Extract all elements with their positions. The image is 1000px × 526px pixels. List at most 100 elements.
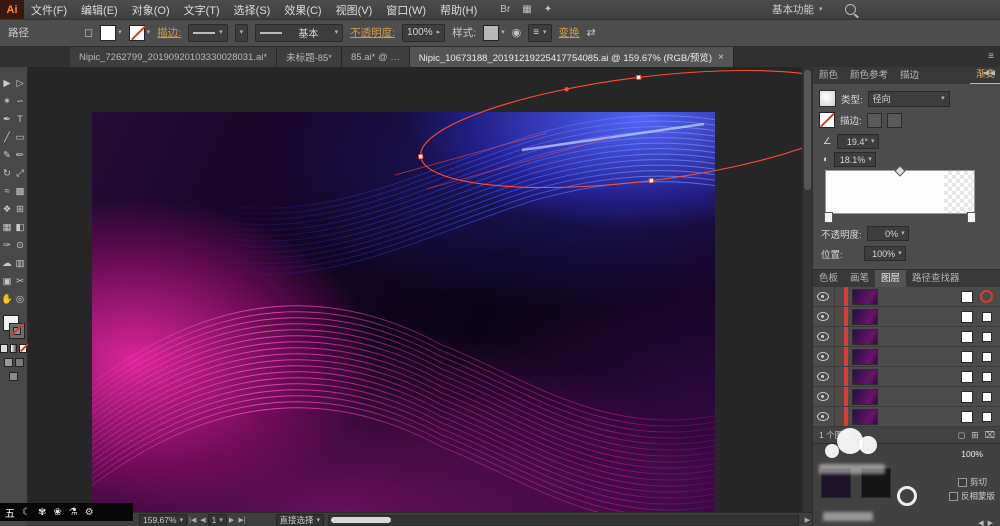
last-artboard-icon[interactable]: ▶| [236, 516, 247, 524]
stroke-link[interactable]: 描边: [157, 25, 181, 40]
close-icon[interactable]: × [718, 52, 724, 63]
recolor-artwork-icon[interactable]: ◉ [512, 26, 522, 39]
gradient-stop-left[interactable] [824, 212, 833, 223]
visibility-eye-icon[interactable] [817, 412, 829, 421]
layer-row[interactable] [813, 307, 1000, 327]
bridge-icon[interactable]: Br [500, 4, 510, 15]
horizontal-scrollbar[interactable] [328, 515, 799, 526]
horizontal-scrollbar-thumb[interactable] [331, 517, 391, 523]
layer-row[interactable] [813, 327, 1000, 347]
width-tool[interactable]: ≈ [1, 183, 14, 199]
layer-meta-swatch[interactable] [982, 412, 992, 422]
opacity-link[interactable]: 不透明度: [350, 25, 395, 40]
layer-swatch[interactable] [961, 331, 973, 343]
location-select[interactable]: 100% ▾ [864, 246, 906, 261]
layer-thumbnail[interactable] [852, 389, 878, 405]
visibility-eye-icon[interactable] [817, 292, 829, 301]
none-button[interactable] [19, 344, 27, 353]
panel-tab[interactable]: 图层 [875, 268, 906, 287]
menu-item[interactable]: 效果(C) [277, 0, 328, 19]
blend-tool[interactable]: ⊙ [14, 237, 27, 253]
paw-icon[interactable]: ✾ [38, 507, 46, 518]
lasso-tool[interactable]: ∽ [14, 93, 27, 109]
gradient-type-select[interactable]: 径向 ▾ [868, 91, 950, 107]
artboard-tool[interactable]: ▣ [1, 273, 14, 289]
layer-meta-swatch[interactable] [982, 372, 992, 382]
gradient-midpoint-handle[interactable] [894, 165, 905, 176]
fill-color-swatch[interactable]: ▾ [100, 25, 122, 41]
layer-swatch[interactable] [961, 371, 973, 383]
layer-thumbnail[interactable] [852, 329, 878, 345]
color-button[interactable] [0, 344, 8, 353]
layer-row[interactable] [813, 407, 1000, 427]
type-tool[interactable]: T [14, 111, 27, 127]
layer-meta-swatch[interactable] [982, 332, 992, 342]
layer-row[interactable] [813, 287, 1000, 307]
angle-input[interactable]: 19.4° ▾ [837, 134, 879, 149]
panel-tab[interactable]: 颜色参考 [844, 65, 894, 84]
leaf-icon[interactable]: ❀ [53, 507, 61, 518]
status-tool-display[interactable]: 直接选择 ▾ [276, 514, 325, 526]
pencil-tool[interactable]: ✏ [14, 147, 27, 163]
document-tab[interactable]: Nipic_7262799_20190920103330028031.ai* [70, 47, 277, 67]
layer-thumbnail[interactable] [852, 289, 878, 305]
menu-item[interactable]: 文字(T) [177, 0, 227, 19]
next-artboard-icon[interactable]: ▶ [227, 516, 236, 524]
style-swatch[interactable]: ▾ [483, 25, 505, 41]
magic-wand-tool[interactable]: ✶ [1, 93, 14, 109]
gradient-slider[interactable] [825, 170, 975, 214]
screen-mode-button[interactable] [0, 372, 27, 381]
document-tab[interactable]: 85.ai* @ … [342, 47, 410, 67]
panel-tab[interactable]: 色板 [813, 268, 844, 287]
wrench-icon[interactable]: ⚙ [85, 507, 94, 518]
gradient-tool[interactable]: ◧ [14, 219, 27, 235]
flask-icon[interactable]: ⚗ [69, 507, 78, 518]
line-segment-tool[interactable]: ╱ [1, 129, 14, 145]
menu-item[interactable]: 选择(S) [227, 0, 278, 19]
shape-builder-tool[interactable]: ❖ [1, 201, 14, 217]
canvas-area[interactable] [27, 67, 812, 512]
layer-meta-swatch[interactable] [982, 392, 992, 402]
make-clip-mask-icon[interactable]: ◻ [958, 430, 965, 441]
perspective-grid-tool[interactable]: ⊞ [14, 201, 27, 217]
column-graph-tool[interactable]: ▥ [14, 255, 27, 271]
panel-menu-icon[interactable]: ≡ [988, 51, 994, 62]
layer-thumbnail[interactable] [852, 369, 878, 385]
layer-row[interactable] [813, 367, 1000, 387]
draw-normal-icon[interactable] [4, 358, 13, 367]
gradient-stroke-swatch[interactable] [819, 112, 835, 128]
brush-definition-select[interactable]: 基本 ▾ [255, 24, 343, 42]
stroke-along-icon[interactable] [867, 113, 882, 128]
visibility-eye-icon[interactable] [817, 332, 829, 341]
gradient-thumbnail[interactable] [819, 90, 836, 107]
selection-tool[interactable]: ▶ [1, 75, 14, 91]
mask-thumbnail[interactable] [861, 468, 891, 498]
swap-icon[interactable]: ⇄ [587, 26, 596, 39]
layer-row[interactable] [813, 347, 1000, 367]
layer-thumbnail[interactable] [852, 409, 878, 425]
paintbrush-tool[interactable]: ✎ [1, 147, 14, 163]
variable-width-select[interactable]: ▾ [235, 24, 249, 42]
vertical-scrollbar[interactable] [802, 67, 812, 512]
stroke-color-icon[interactable] [9, 323, 25, 339]
rectangle-tool[interactable]: ▭ [14, 129, 27, 145]
panel-tab[interactable]: 路径查找器 [906, 268, 966, 287]
anchor-convert-icon[interactable]: ◻ [84, 26, 93, 39]
layer-swatch[interactable] [961, 411, 973, 423]
new-layer-icon[interactable]: ⊞ [971, 430, 979, 441]
panel-tab[interactable]: 画笔 [844, 268, 875, 287]
opacity-input[interactable]: 100% ▸ [402, 24, 445, 42]
document-tab[interactable]: Nipic_10673188_20191219225417754085.ai @… [410, 47, 734, 67]
layer-thumbnail[interactable] [852, 309, 878, 325]
layer-row[interactable] [813, 387, 1000, 407]
slice-tool[interactable]: ✂ [14, 273, 27, 289]
selection-target-icon[interactable] [980, 290, 993, 303]
layer-swatch[interactable] [961, 291, 973, 303]
visibility-eye-icon[interactable] [817, 392, 829, 401]
menu-item[interactable]: 对象(O) [125, 0, 177, 19]
fill-stroke-control[interactable] [3, 315, 25, 339]
artwork-image[interactable] [92, 112, 715, 512]
artboard-select[interactable]: 1 ▾ [208, 514, 227, 526]
collapse-panels-icon[interactable]: ◀◀ [983, 69, 996, 77]
vertical-scrollbar-thumb[interactable] [804, 70, 811, 190]
